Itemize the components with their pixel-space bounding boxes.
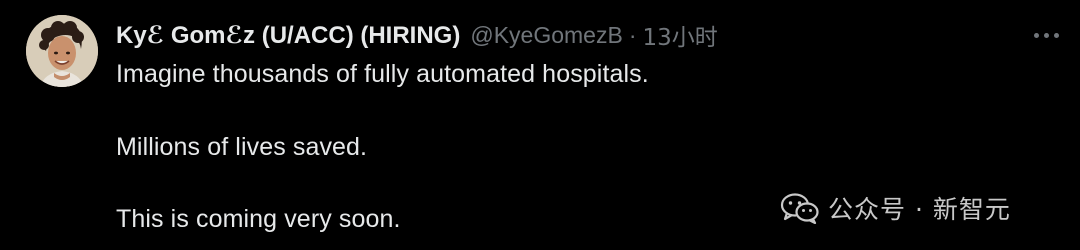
more-horizontal-icon xyxy=(1033,32,1039,38)
watermark-text: 公众号 · 新智元 xyxy=(828,195,1011,224)
more-horizontal-icon-dot xyxy=(1043,32,1049,38)
tweet-timestamp[interactable]: 13小时 xyxy=(642,18,717,52)
more-horizontal-icon-dot xyxy=(1053,32,1059,38)
author-display-name[interactable]: Kyℰ Gomℰz (U/ACC) (HIRING) xyxy=(116,21,460,50)
more-options-button[interactable] xyxy=(1026,22,1066,48)
tweet: Kyℰ Gomℰz (U/ACC) (HIRING) @KyeGomezB · … xyxy=(0,0,1080,250)
wechat-icon xyxy=(780,193,819,224)
tweet-text-line: Imagine thousands of fully automated hos… xyxy=(116,60,649,88)
tweet-text-line: This is coming very soon. xyxy=(116,205,401,233)
avatar[interactable] xyxy=(26,15,98,87)
header-separator: · xyxy=(628,21,637,48)
author-handle[interactable]: @KyeGomezB xyxy=(470,22,622,49)
avatar-photo xyxy=(26,15,98,87)
watermark: 公众号 · 新智元 xyxy=(780,192,1011,224)
tweet-text-line: Millions of lives saved. xyxy=(116,133,368,161)
tweet-header: Kyℰ Gomℰz (U/ACC) (HIRING) @KyeGomezB · … xyxy=(116,18,718,52)
